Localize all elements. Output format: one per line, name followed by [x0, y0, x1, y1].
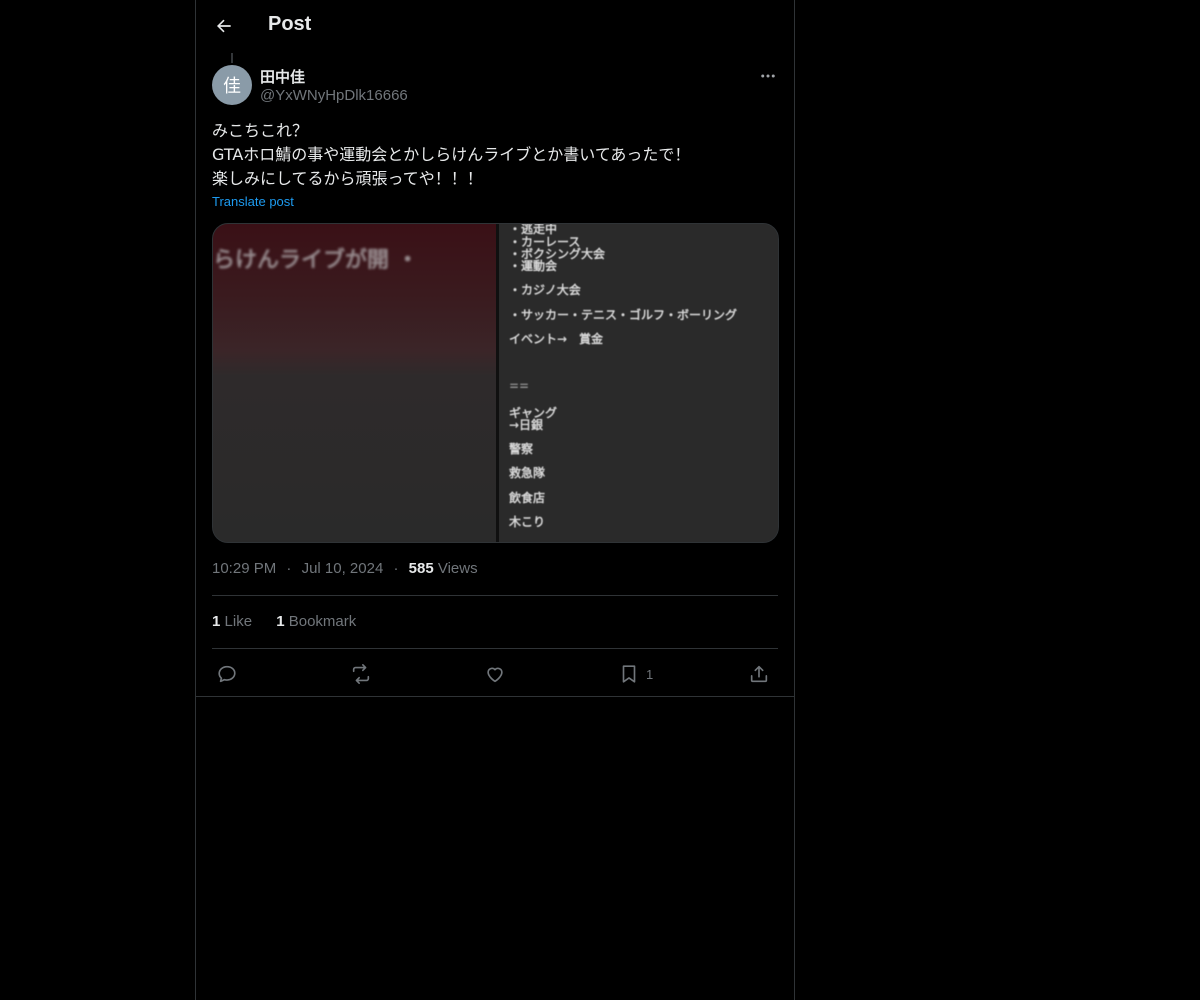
share-button[interactable]	[748, 660, 770, 688]
meta-separator: ·	[286, 560, 292, 577]
meta-separator: ·	[393, 560, 399, 577]
views-label: Views	[437, 560, 478, 577]
media-text-line: ・サッカー・テニス・ゴルフ・ボーリング	[509, 308, 738, 322]
divider	[212, 595, 778, 596]
post-time[interactable]: 10:29 PM	[212, 560, 276, 577]
media-text-line: 木こり	[509, 515, 546, 529]
post-bottom-border	[196, 696, 794, 697]
avatar[interactable]: 佳	[212, 65, 252, 105]
reply-button[interactable]	[216, 660, 238, 688]
post-text-line: みこちこれ？	[212, 121, 309, 140]
bookmark-button[interactable]: 1	[618, 660, 653, 688]
likes-count: 1	[212, 613, 221, 630]
likes-label: Like	[224, 613, 253, 630]
post-metadata: 10:29 PM · Jul 10, 2024 · 585 Views	[212, 560, 478, 577]
action-bar: 1	[212, 660, 778, 688]
share-icon	[750, 665, 768, 683]
arrow-left-icon	[217, 19, 231, 33]
repost-button[interactable]	[350, 660, 372, 688]
back-button[interactable]	[208, 10, 240, 42]
post-header: Post	[196, 0, 794, 53]
bookmark-icon	[622, 665, 636, 683]
media-text-line: ==	[509, 379, 530, 393]
media-text-line: 警察	[509, 442, 534, 456]
post-date[interactable]: Jul 10, 2024	[302, 560, 384, 577]
bookmarks-label: Bookmark	[288, 613, 357, 630]
author-display-name[interactable]: 田中佳	[260, 66, 305, 87]
media-left-panel: らけんライブが開 ・	[213, 224, 496, 542]
more-horizontal-icon	[761, 74, 775, 78]
more-options-button[interactable]	[756, 64, 780, 88]
bookmarks-count: 1	[276, 613, 285, 630]
repost-icon	[352, 664, 370, 684]
post-text-line: GTAホロ鯖の事や運動会とかしらけんライブとか書いてあったで！	[212, 145, 691, 164]
post-column: Post 佳 田中佳 @YxWNyHpDlk16666 みこちこれ？ GTAホロ…	[195, 0, 795, 1000]
media-text-line: 救急隊	[509, 466, 546, 480]
media-text-line: イベント→ 賞金	[509, 332, 604, 346]
media-right-panel: ・逃走中 ・カーレース ・ボクシング大会 ・運動会 ・カジノ大会 ・サッカー・テ…	[499, 224, 778, 542]
post-text-line: 楽しみにしてるから頑張ってや！！！	[212, 169, 483, 188]
heart-icon	[487, 667, 503, 683]
post-media-image[interactable]: らけんライブが開 ・ ・逃走中 ・カーレース ・ボクシング大会 ・運動会 ・カジ…	[212, 223, 779, 543]
views-count: 585	[408, 560, 434, 577]
engagement-stats: 1 Like 1 Bookmark	[212, 613, 376, 630]
like-button[interactable]	[484, 660, 506, 688]
media-text-line: ・カジノ大会	[509, 283, 581, 297]
author-handle[interactable]: @YxWNyHpDlk16666	[260, 87, 408, 104]
likes-stat[interactable]: 1 Like	[212, 613, 252, 630]
media-left-text: らけんライブが開 ・	[213, 248, 419, 273]
bookmark-count: 1	[646, 666, 654, 682]
media-text-line: 飲食店	[509, 491, 546, 505]
reply-icon	[218, 665, 236, 683]
thread-connector-line	[231, 53, 233, 63]
media-text-line: →日銀	[509, 418, 544, 432]
divider	[212, 648, 778, 649]
bookmarks-stat[interactable]: 1 Bookmark	[276, 613, 356, 630]
post-text: みこちこれ？ GTAホロ鯖の事や運動会とかしらけんライブとか書いてあったで！ 楽…	[212, 119, 778, 191]
page-title: Post	[268, 13, 312, 35]
translate-post-link[interactable]: Translate post	[212, 194, 294, 209]
media-text-line: ・運動会	[509, 259, 558, 273]
